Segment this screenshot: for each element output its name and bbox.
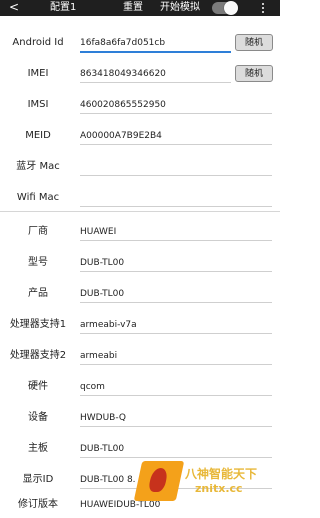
- field-label: 厂商: [28, 226, 48, 237]
- input-underline: [80, 175, 272, 176]
- board-input[interactable]: DUB-TL00: [80, 442, 270, 456]
- simulation-toggle[interactable]: [212, 1, 238, 15]
- toggle-knob: [224, 1, 238, 15]
- field-label: 主板: [28, 443, 48, 454]
- field-label: IMEI: [27, 68, 49, 79]
- section-divider: [0, 211, 280, 212]
- random-imei-button[interactable]: 随机: [235, 65, 273, 82]
- field-row-cpu-abi-1: 处理器支持1 armeabi-v7a: [0, 314, 280, 338]
- field-label: 硬件: [28, 381, 48, 392]
- device-input[interactable]: HWDUB-Q: [80, 411, 270, 425]
- imei-input[interactable]: 863418049346620: [80, 67, 230, 81]
- field-label: Android Id: [12, 37, 64, 48]
- display-id-input[interactable]: DUB-TL00 8.: [80, 473, 270, 487]
- field-label: 修订版本: [18, 499, 58, 510]
- field-label: 产品: [28, 288, 48, 299]
- random-android-id-button[interactable]: 随机: [235, 34, 273, 51]
- field-label: 处理器支持2: [9, 350, 67, 361]
- reset-button[interactable]: 重置: [123, 0, 143, 16]
- field-row-hardware: 硬件 qcom: [0, 376, 280, 400]
- field-row-android-id: Android Id 16fa8a6fa7d051cb 随机: [0, 32, 280, 56]
- field-row-product: 产品 DUB-TL00: [0, 283, 280, 307]
- more-menu-icon[interactable]: [258, 0, 268, 16]
- cpu-abi-1-input[interactable]: armeabi-v7a: [80, 318, 270, 332]
- field-row-imei: IMEI 863418049346620 随机: [0, 63, 280, 87]
- field-row-manufacturer: 厂商 HUAWEI: [0, 221, 280, 245]
- field-row-board: 主板 DUB-TL00: [0, 438, 280, 462]
- field-row-cpu-abi-2: 处理器支持2 armeabi: [0, 345, 280, 369]
- model-input[interactable]: DUB-TL00: [80, 256, 270, 270]
- field-row-wifi-mac: Wifi Mac: [0, 187, 280, 211]
- input-underline: [80, 206, 272, 207]
- field-row-build-version: 修订版本 HUAWEIDUB-TL00: [0, 494, 280, 518]
- back-icon[interactable]: <: [9, 0, 19, 16]
- meid-input[interactable]: A00000A7B9E2B4: [80, 129, 270, 143]
- field-label: 设备: [28, 412, 48, 423]
- input-underline: [80, 240, 272, 241]
- input-underline: [80, 82, 231, 83]
- field-row-device: 设备 HWDUB-Q: [0, 407, 280, 431]
- field-row-meid: MEID A00000A7B9E2B4: [0, 125, 280, 149]
- field-row-imsi: IMSI 460020865552950: [0, 94, 280, 118]
- input-underline: [80, 364, 272, 365]
- field-row-model: 型号 DUB-TL00: [0, 252, 280, 276]
- field-row-display-id: 显示ID DUB-TL00 8.: [0, 469, 280, 493]
- start-simulation-label: 开始模拟: [160, 2, 200, 13]
- field-label: 型号: [28, 257, 48, 268]
- input-underline: [80, 395, 272, 396]
- input-underline: [80, 333, 272, 334]
- input-underline: [80, 426, 272, 427]
- field-row-bluetooth-mac: 蓝牙 Mac: [0, 156, 280, 180]
- product-input[interactable]: DUB-TL00: [80, 287, 270, 301]
- hardware-input[interactable]: qcom: [80, 380, 270, 394]
- build-version-input[interactable]: HUAWEIDUB-TL00: [80, 498, 270, 512]
- field-label: 显示ID: [22, 474, 54, 485]
- input-underline: [80, 457, 272, 458]
- field-label: 蓝牙 Mac: [16, 161, 60, 172]
- field-label: MEID: [25, 130, 51, 141]
- cpu-abi-2-input[interactable]: armeabi: [80, 349, 270, 363]
- input-underline: [80, 113, 272, 114]
- input-underline: [80, 144, 272, 145]
- field-label: IMSI: [27, 99, 49, 110]
- field-label: 处理器支持1: [9, 319, 67, 330]
- android-id-input[interactable]: 16fa8a6fa7d051cb: [80, 36, 230, 50]
- input-underline: [80, 488, 272, 489]
- config-title[interactable]: 配置1: [50, 0, 76, 16]
- imsi-input[interactable]: 460020865552950: [80, 98, 270, 112]
- input-underline: [80, 51, 231, 53]
- top-toolbar: < 配置1 重置 开始模拟: [0, 0, 280, 16]
- input-underline: [80, 302, 272, 303]
- manufacturer-input[interactable]: HUAWEI: [80, 225, 270, 239]
- input-underline: [80, 271, 272, 272]
- field-label: Wifi Mac: [16, 192, 60, 203]
